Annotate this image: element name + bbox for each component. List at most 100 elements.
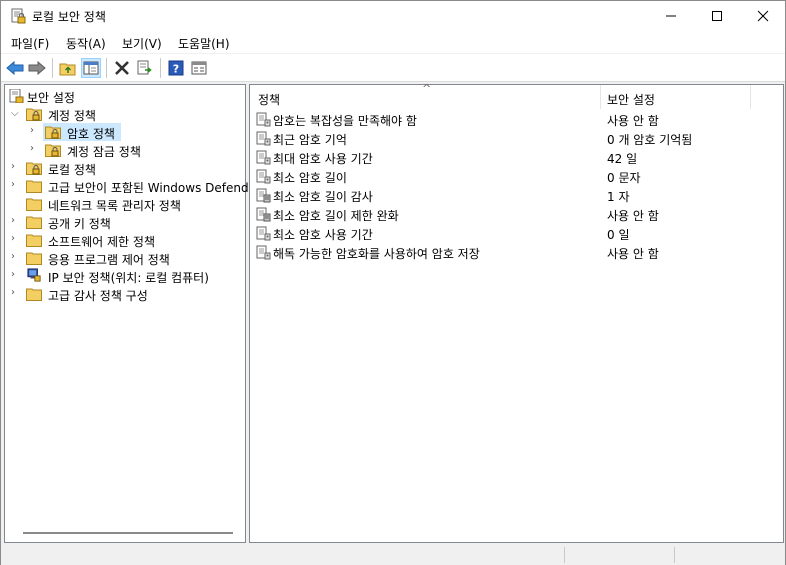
properties-button[interactable] bbox=[189, 58, 209, 78]
policy-row[interactable]: 암호는 복잡성을 만족해야 함 사용 안 함 bbox=[250, 110, 783, 129]
chevron-right-icon[interactable]: › bbox=[11, 180, 21, 190]
toolbar: ? bbox=[1, 54, 785, 82]
window-title: 로컬 보안 정책 bbox=[32, 10, 106, 24]
folder-icon bbox=[26, 252, 42, 265]
chevron-right-icon[interactable]: › bbox=[30, 144, 40, 154]
policy-icon bbox=[256, 131, 271, 146]
tree-item-label: 계정 잠금 정책 bbox=[67, 145, 141, 159]
show-hide-tree-icon bbox=[83, 61, 99, 75]
policy-list-pane[interactable]: 정책 ^ 보안 설정 암호는 복잡성을 만족해야 함 사용 안 함 최근 암호 기억… bbox=[249, 82, 784, 543]
folder-icon bbox=[26, 198, 42, 211]
folder-lock-icon bbox=[26, 108, 42, 121]
menu-bar: 파일(F) 동작(A) 보기(V) 도움말(H) bbox=[1, 31, 785, 53]
folder-lock-icon bbox=[26, 162, 42, 175]
tree-item-label: 네트워크 목록 관리자 정책 bbox=[48, 199, 181, 213]
help-icon: ? bbox=[168, 60, 184, 76]
policy-setting: 사용 안 함 bbox=[607, 247, 659, 261]
chevron-right-icon[interactable]: › bbox=[11, 252, 21, 262]
tree-item-label: 소프트웨어 제한 정책 bbox=[48, 235, 155, 249]
delete-icon bbox=[115, 61, 129, 75]
policy-icon bbox=[256, 226, 271, 241]
tree-item-label: 고급 보안이 포함된 Windows Defend bbox=[48, 181, 249, 195]
menu-view[interactable]: 보기(V) bbox=[122, 35, 162, 52]
tree-item-label: 로컬 정책 bbox=[48, 163, 96, 177]
policy-setting: 0 문자 bbox=[607, 171, 641, 185]
policy-row[interactable]: 최소 암호 길이 감사 1 자 bbox=[250, 186, 783, 205]
policy-icon bbox=[256, 112, 271, 127]
menu-file[interactable]: 파일(F) bbox=[11, 35, 49, 52]
back-button[interactable] bbox=[5, 58, 25, 78]
export-list-icon bbox=[137, 60, 152, 75]
maximize-icon bbox=[712, 11, 722, 21]
tree-item-label: 응용 프로그램 제어 정책 bbox=[48, 253, 170, 267]
export-list-button[interactable] bbox=[135, 58, 155, 78]
tree-item-label: 계정 정책 bbox=[48, 109, 96, 123]
forward-button[interactable] bbox=[27, 58, 47, 78]
tree-item-label: 암호 정책 bbox=[67, 127, 115, 141]
policy-name: 해독 가능한 암호화를 사용하여 암호 저장 bbox=[273, 247, 480, 261]
folder-lock-icon bbox=[45, 126, 61, 139]
folder-lock-icon bbox=[45, 144, 61, 157]
policy-setting: 사용 안 함 bbox=[607, 209, 659, 223]
policy-setting: 사용 안 함 bbox=[607, 114, 659, 128]
policy-icon bbox=[256, 245, 271, 260]
chevron-down-icon[interactable]: ⌵ bbox=[11, 109, 21, 119]
title-bar: 로컬 보안 정책 bbox=[1, 1, 785, 31]
minimize-button[interactable] bbox=[648, 1, 694, 31]
chevron-right-icon[interactable]: › bbox=[11, 288, 21, 298]
policy-name: 최근 암호 기억 bbox=[273, 133, 347, 147]
chevron-right-icon[interactable]: › bbox=[11, 162, 21, 172]
tree-item-label: IP 보안 정책(위치: 로컬 컴퓨터) bbox=[48, 271, 209, 285]
menu-action[interactable]: 동작(A) bbox=[66, 35, 106, 52]
policy-icon bbox=[256, 169, 271, 184]
policy-name: 최소 암호 길이 감사 bbox=[273, 190, 373, 204]
menu-help[interactable]: 도움말(H) bbox=[178, 35, 230, 52]
chevron-right-icon[interactable]: › bbox=[11, 270, 21, 280]
policy-name: 최소 암호 사용 기간 bbox=[273, 228, 373, 242]
show-hide-tree-button[interactable] bbox=[81, 58, 101, 78]
policy-setting: 0 일 bbox=[607, 228, 630, 242]
close-button[interactable] bbox=[740, 1, 786, 31]
policy-name: 최소 암호 길이 제한 완화 bbox=[273, 209, 399, 223]
chevron-right-icon[interactable]: › bbox=[11, 234, 21, 244]
policy-setting: 42 일 bbox=[607, 152, 638, 166]
policy-icon bbox=[256, 150, 271, 165]
help-button[interactable]: ? bbox=[166, 58, 186, 78]
forward-icon bbox=[28, 61, 46, 75]
security-policy-app-icon bbox=[11, 8, 26, 24]
close-icon bbox=[757, 10, 769, 22]
policy-row[interactable]: 최소 암호 길이 제한 완화 사용 안 함 bbox=[250, 205, 783, 224]
folder-icon bbox=[26, 180, 42, 193]
folder-icon bbox=[26, 288, 42, 301]
policy-setting: 1 자 bbox=[607, 190, 630, 204]
chevron-right-icon[interactable]: › bbox=[11, 216, 21, 226]
policy-row[interactable]: 해독 가능한 암호화를 사용하여 암호 저장 사용 안 함 bbox=[250, 243, 783, 262]
security-settings-icon bbox=[9, 89, 24, 103]
policy-audit-icon bbox=[256, 188, 271, 203]
svg-text:?: ? bbox=[173, 63, 179, 76]
up-folder-icon bbox=[59, 63, 76, 76]
policy-name: 최대 암호 사용 기간 bbox=[273, 152, 373, 166]
delete-button[interactable] bbox=[112, 58, 132, 78]
properties-icon bbox=[191, 61, 207, 75]
policy-row[interactable]: 최대 암호 사용 기간 42 일 bbox=[250, 148, 783, 167]
back-icon bbox=[6, 61, 24, 75]
status-bar bbox=[1, 545, 785, 565]
tree-root-label: 보안 설정 bbox=[27, 91, 75, 105]
folder-icon bbox=[26, 234, 42, 247]
sort-ascending-icon: ^ bbox=[422, 82, 432, 95]
policy-setting: 0 개 암호 기억됨 bbox=[607, 133, 693, 147]
maximize-button[interactable] bbox=[694, 1, 740, 31]
tree-item-label: 고급 감사 정책 구성 bbox=[48, 289, 148, 303]
policy-audit-icon bbox=[256, 207, 271, 222]
policy-row[interactable]: 최소 암호 사용 기간 0 일 bbox=[250, 224, 783, 243]
chevron-right-icon[interactable]: › bbox=[30, 126, 40, 136]
tree-pane[interactable]: 보안 설정 ⌵ 계정 정책 › 암호 정책 › 계정 잠금 정책 › 로컬 정책 bbox=[4, 84, 249, 543]
tree-item-label: 공개 키 정책 bbox=[48, 217, 111, 231]
horizontal-scrollbar[interactable] bbox=[23, 532, 233, 534]
up-one-level-button[interactable] bbox=[58, 58, 78, 78]
policy-row[interactable]: 최소 암호 길이 0 문자 bbox=[250, 167, 783, 186]
policy-name: 최소 암호 길이 bbox=[273, 171, 347, 185]
folder-icon bbox=[26, 216, 42, 229]
policy-row[interactable]: 최근 암호 기억 0 개 암호 기억됨 bbox=[250, 129, 783, 148]
